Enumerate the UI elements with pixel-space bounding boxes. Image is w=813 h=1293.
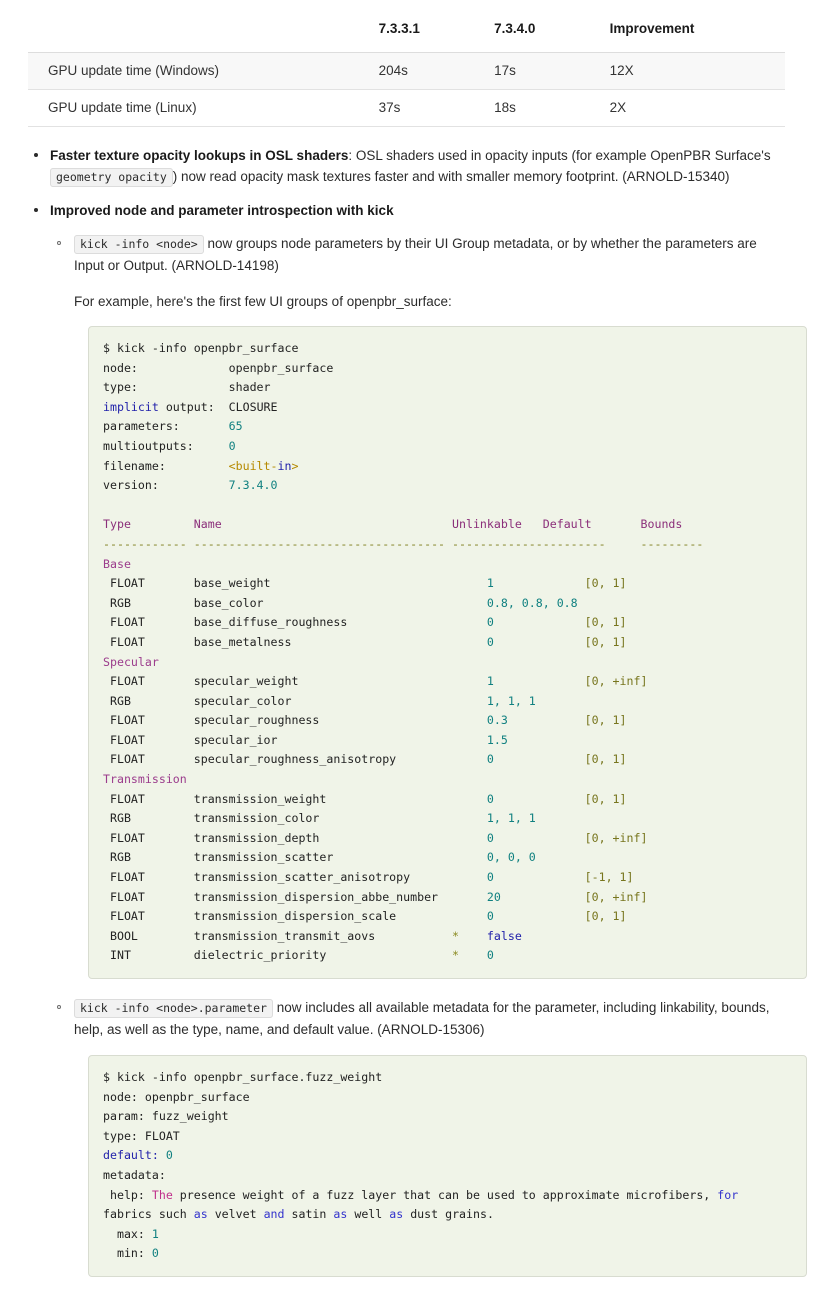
code-block-1-container: $ kick -info openpbr_surface node: openp…: [88, 326, 807, 979]
feature-list: Faster texture opacity lookups in OSL sh…: [28, 145, 807, 1277]
example-intro-text: For example, here's the first few UI gro…: [74, 294, 452, 309]
bullet-disc-icon: [34, 207, 38, 212]
row-label-windows: GPU update time (Windows): [48, 63, 220, 78]
list-item: kick -info <node>.parameter now includes…: [50, 997, 785, 1041]
feature-text-a: : OSL shaders used in opacity inputs (fo…: [348, 147, 771, 163]
row-linux-new: 18s: [494, 100, 516, 115]
row-linux-old: 37s: [378, 100, 401, 115]
inline-code-kick-info-node: kick -info <node>: [74, 235, 204, 254]
feature-title-opacity: Faster texture opacity lookups in OSL sh…: [50, 147, 349, 163]
header-version-new: 7.3.4.0: [494, 21, 536, 37]
sub-feature-list-2: kick -info <node>.parameter now includes…: [50, 997, 785, 1041]
header-version-old: 7.3.3.1: [378, 21, 420, 37]
row-windows-old: 204s: [378, 63, 408, 78]
table-body: GPU update time (Windows) 204s 17s 12X G…: [28, 52, 785, 126]
list-item: kick -info <node> now groups node parame…: [50, 233, 785, 312]
sub-feature-list: kick -info <node> now groups node parame…: [50, 233, 785, 312]
row-windows-improvement: 12X: [609, 63, 634, 78]
header-metric: [28, 14, 379, 52]
kick-info-fuzz-weight-output: $ kick -info openpbr_surface.fuzz_weight…: [88, 1055, 807, 1277]
code-block-2-container: $ kick -info openpbr_surface.fuzz_weight…: [88, 1055, 807, 1277]
bullet-circle-icon: [57, 241, 61, 245]
row-windows-new: 17s: [494, 63, 516, 78]
row-linux-improvement: 2X: [609, 100, 627, 115]
bullet-disc-icon: [34, 152, 38, 157]
table-row: GPU update time (Linux) 37s 18s 2X: [28, 89, 785, 126]
bullet-circle-icon: [57, 1005, 61, 1009]
list-item: Faster texture opacity lookups in OSL sh…: [28, 145, 785, 188]
table-row: GPU update time (Windows) 204s 17s 12X: [28, 52, 785, 89]
list-item: Improved node and parameter introspectio…: [28, 200, 807, 1277]
gpu-performance-table: 7.3.3.1 7.3.4.0 Improvement GPU update t…: [28, 14, 785, 127]
release-notes-body: Faster texture opacity lookups in OSL sh…: [0, 145, 813, 1277]
row-label-linux: GPU update time (Linux): [48, 100, 197, 115]
kick-info-openpbr-surface-output: $ kick -info openpbr_surface node: openp…: [88, 326, 807, 979]
perf-table-container: 7.3.3.1 7.3.4.0 Improvement GPU update t…: [0, 0, 813, 127]
inline-code-geometry-opacity: geometry opacity: [50, 168, 173, 187]
table-head: 7.3.3.1 7.3.4.0 Improvement: [28, 14, 785, 52]
table-header-row: 7.3.3.1 7.3.4.0 Improvement: [28, 14, 785, 52]
feature-text-b: ) now read opacity mask textures faster …: [172, 169, 730, 184]
inline-code-kick-info-node-parameter: kick -info <node>.parameter: [74, 999, 273, 1018]
release-notes-page: 7.3.3.1 7.3.4.0 Improvement GPU update t…: [0, 0, 813, 1293]
feature-title-introspection: Improved node and parameter introspectio…: [50, 202, 394, 218]
header-improvement: Improvement: [609, 21, 695, 37]
